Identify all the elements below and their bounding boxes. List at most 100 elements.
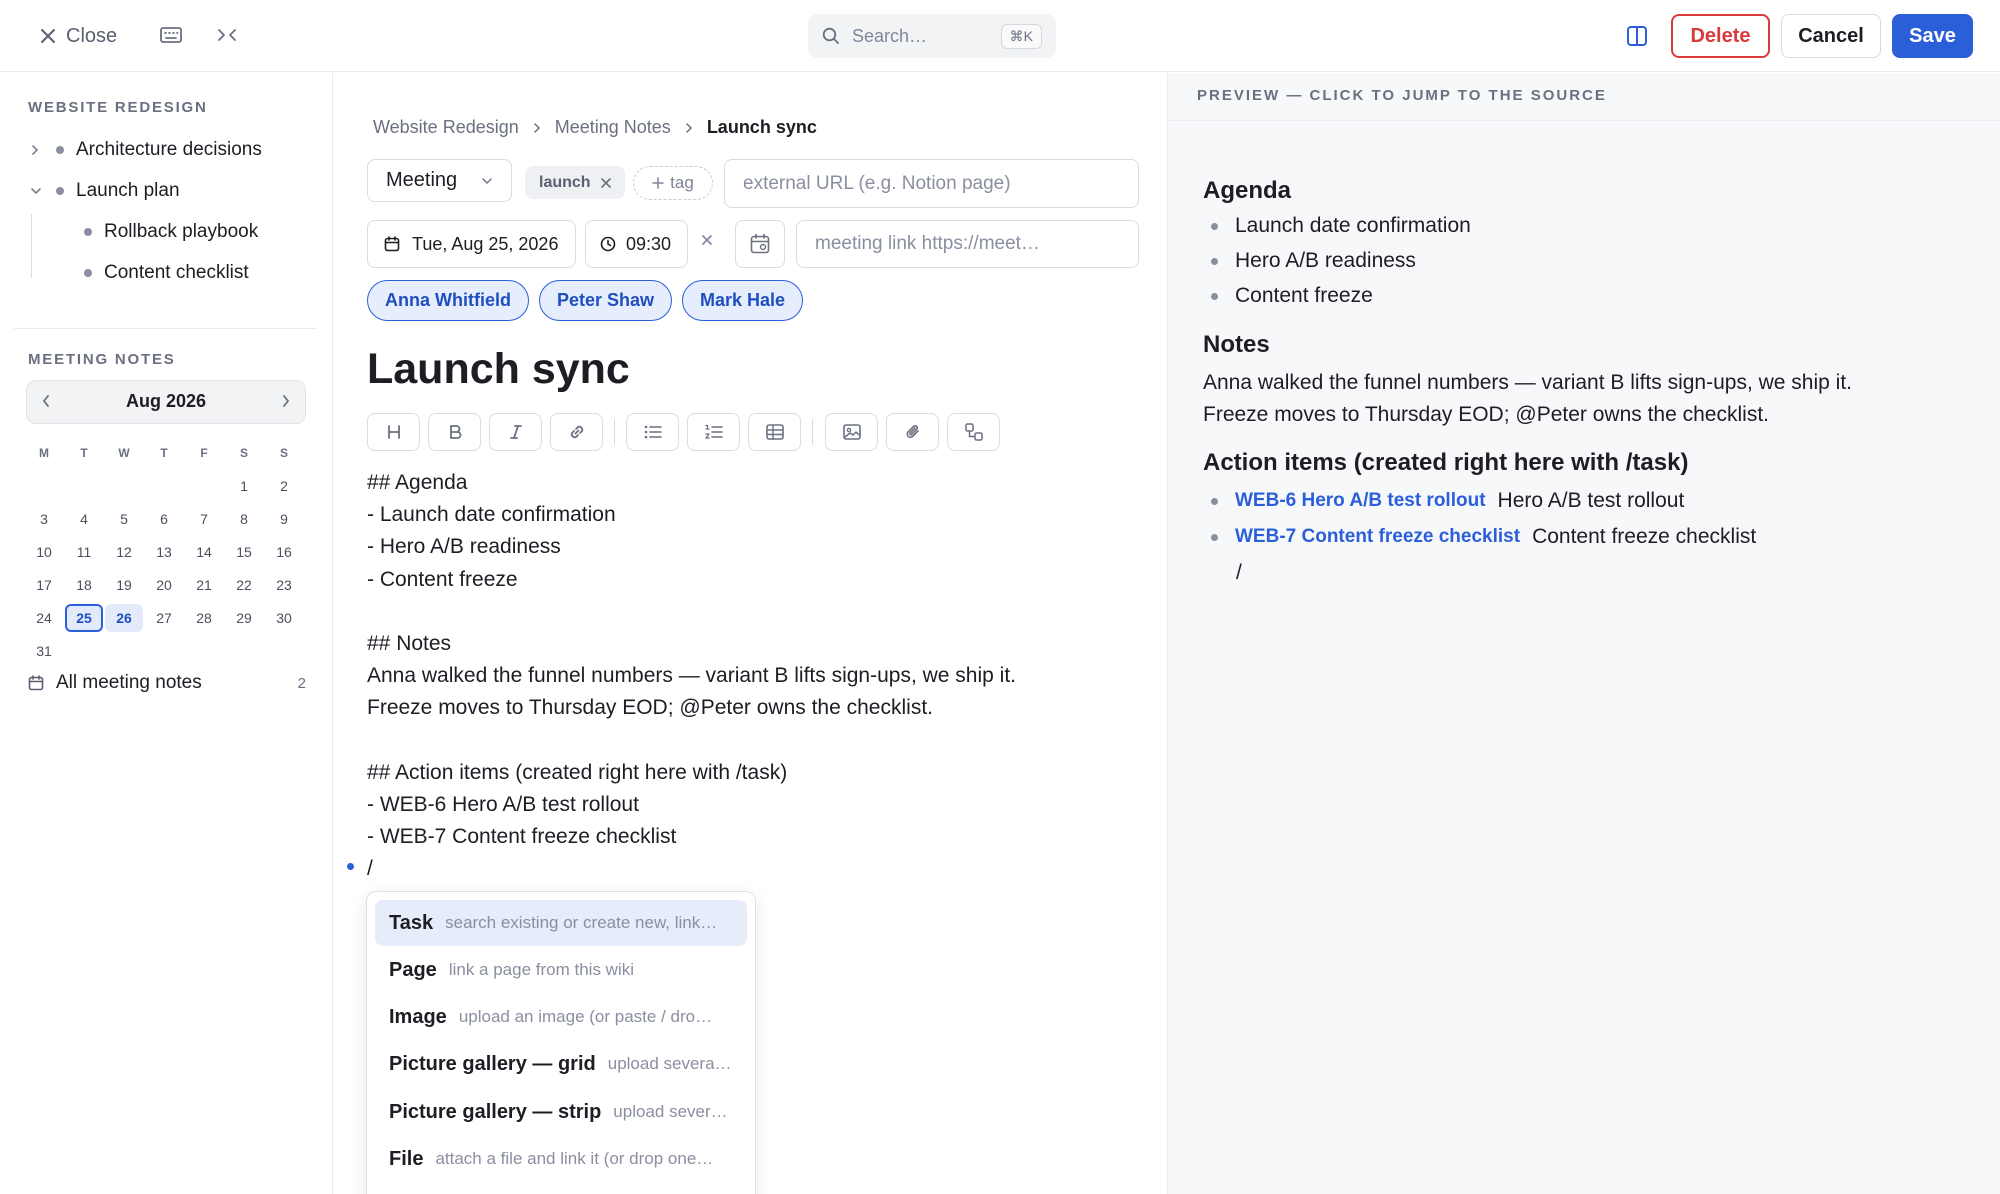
calendar-day-selected[interactable]: 25	[65, 603, 103, 632]
preview-list-item[interactable]: Content freeze	[1211, 284, 1373, 308]
bullet-icon	[1211, 533, 1218, 541]
note-title[interactable]: Launch sync	[367, 345, 630, 394]
markdown-editor[interactable]: ## Agenda - Launch date confirmation - Her…	[367, 467, 1147, 885]
bullet-list-button[interactable]	[626, 413, 679, 451]
numbered-list-icon	[704, 423, 724, 441]
add-tag-button[interactable]: tag	[633, 166, 713, 200]
calendar-day[interactable]: 2	[264, 469, 304, 502]
external-url-input[interactable]: external URL (e.g. Notion page)	[724, 159, 1139, 208]
preview-paragraph[interactable]: Anna walked the funnel numbers — variant…	[1203, 367, 1852, 399]
tree-item-launch-plan[interactable]: Launch plan	[30, 180, 180, 202]
search-placeholder: Search…	[852, 25, 928, 46]
date-field[interactable]: Tue, Aug 25, 2026	[367, 220, 576, 268]
calendar-day[interactable]: 29	[224, 601, 264, 634]
calendar-day[interactable]: 5	[104, 502, 144, 535]
image-button[interactable]	[825, 413, 878, 451]
calendar-day[interactable]: 28	[184, 601, 224, 634]
calendar-day[interactable]: 3	[24, 502, 64, 535]
breadcrumb-item[interactable]: Website Redesign	[373, 117, 519, 138]
save-button[interactable]: Save	[1892, 14, 1973, 58]
slash-menu-item[interactable]: Image upload an image (or paste / dro…	[375, 994, 747, 1040]
breadcrumb-item[interactable]: Meeting Notes	[555, 117, 671, 138]
calendar-day[interactable]: 19	[104, 568, 144, 601]
tree-item-label: Content checklist	[104, 262, 249, 283]
calendar-day[interactable]: 21	[184, 568, 224, 601]
diagram-button[interactable]	[947, 413, 1000, 451]
slash-menu-item[interactable]: Task search existing or create new, link…	[375, 900, 747, 946]
bold-button[interactable]	[428, 413, 481, 451]
menu-item-description: upload severa…	[613, 1102, 733, 1121]
preview-heading[interactable]: Agenda	[1203, 177, 1291, 205]
calendar-day-highlighted[interactable]: 26	[105, 603, 143, 632]
chevron-right-icon[interactable]	[281, 393, 291, 409]
split-view-icon[interactable]	[1626, 25, 1648, 47]
collapse-sidebar-icon[interactable]	[216, 26, 238, 44]
clear-datetime-icon[interactable]	[701, 234, 713, 246]
calendar-day[interactable]: 12	[104, 535, 144, 568]
calendar-day[interactable]: 11	[64, 535, 104, 568]
slash-menu-item[interactable]: Page link a page from this wiki	[375, 947, 747, 993]
time-field[interactable]: 09:30	[585, 220, 688, 268]
cancel-button[interactable]: Cancel	[1781, 14, 1881, 58]
type-select[interactable]: Meeting	[367, 159, 512, 202]
calendar-day-number: 8	[240, 510, 248, 527]
tree-item-architecture[interactable]: Architecture decisions	[30, 139, 262, 161]
close-button[interactable]: Close	[40, 22, 117, 50]
preview-heading[interactable]: Notes	[1203, 331, 1270, 359]
calendar-day[interactable]: 23	[264, 568, 304, 601]
calendar-day[interactable]: 4	[64, 502, 104, 535]
calendar-day[interactable]: 31	[24, 634, 64, 667]
toolbar-divider	[812, 419, 813, 445]
calendar-day[interactable]: 7	[184, 502, 224, 535]
table-button[interactable]	[748, 413, 801, 451]
calendar-day-number: 6	[160, 510, 168, 527]
calendar-day-number: 7	[200, 510, 208, 527]
calendar-day[interactable]: 15	[224, 535, 264, 568]
all-meeting-notes-link[interactable]: All meeting notes 2	[28, 672, 306, 694]
calendar-day[interactable]: 27	[144, 601, 184, 634]
task-link[interactable]: WEB-7 Content freeze checklist	[1235, 526, 1520, 548]
attachment-button[interactable]	[886, 413, 939, 451]
tree-item-rollback-playbook[interactable]: Rollback playbook	[84, 221, 258, 243]
calendar-day[interactable]: 30	[264, 601, 304, 634]
slash-menu-item[interactable]: File attach a file and link it (or drop o…	[375, 1136, 747, 1182]
link-button[interactable]	[550, 413, 603, 451]
calendar-day[interactable]: 22	[224, 568, 264, 601]
calendar-day[interactable]: 20	[144, 568, 184, 601]
calendar-day[interactable]: 10	[24, 535, 64, 568]
calendar-day[interactable]: 18	[64, 568, 104, 601]
italic-button[interactable]	[489, 413, 542, 451]
calendar-day[interactable]: 6	[144, 502, 184, 535]
keyboard-icon[interactable]	[160, 26, 182, 44]
calendar-day[interactable]: 8	[224, 502, 264, 535]
meeting-link-input[interactable]: meeting link https://meet…	[796, 220, 1139, 268]
attendee-chip[interactable]: Anna Whitfield	[367, 280, 529, 321]
task-link[interactable]: WEB-6 Hero A/B test rollout	[1235, 490, 1486, 512]
preview-heading[interactable]: Action items (created right here with /t…	[1203, 449, 1688, 477]
calendar-day[interactable]: 1	[224, 469, 264, 502]
calendar-day[interactable]: 13	[144, 535, 184, 568]
tree-item-content-checklist[interactable]: Content checklist	[84, 262, 249, 284]
calendar-day[interactable]: 14	[184, 535, 224, 568]
calendar-day[interactable]: 16	[264, 535, 304, 568]
search-input[interactable]: Search… ⌘K	[808, 14, 1056, 58]
calendar-day[interactable]: 17	[24, 568, 64, 601]
calendar-day[interactable]: 24	[24, 601, 64, 634]
numbered-list-button[interactable]	[687, 413, 740, 451]
slash-menu-item[interactable]: Picture gallery — grid upload several…	[375, 1041, 747, 1087]
calendar-day[interactable]: 9	[264, 502, 304, 535]
preview-list-item[interactable]: Hero A/B readiness	[1211, 249, 1416, 273]
attendee-chip[interactable]: Peter Shaw	[539, 280, 673, 321]
preview-list-item[interactable]: Launch date confirmation	[1211, 214, 1471, 238]
slash-menu-item[interactable]: Picture gallery — strip upload severa…	[375, 1089, 747, 1135]
delete-button[interactable]: Delete	[1671, 14, 1770, 58]
preview-paragraph[interactable]: Freeze moves to Thursday EOD; @Peter own…	[1203, 399, 1769, 431]
heading-icon	[385, 423, 403, 441]
calendar-event-icon[interactable]	[735, 220, 785, 268]
remove-tag-icon[interactable]	[600, 177, 611, 188]
calendar-day-number: 20	[156, 576, 172, 593]
search-icon	[822, 27, 840, 45]
attendee-chip[interactable]: Mark Hale	[682, 280, 804, 321]
heading-button[interactable]	[367, 413, 420, 451]
preview-action-item: WEB-7 Content freeze checklist Content f…	[1211, 525, 1756, 549]
